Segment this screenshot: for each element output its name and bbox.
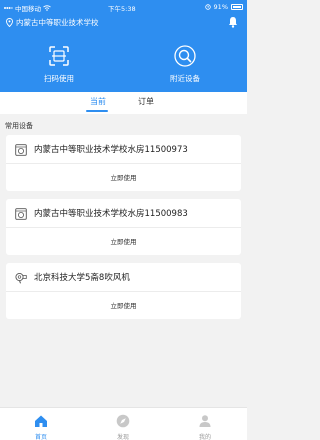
- tab-bar: 当前 订单: [0, 92, 247, 114]
- location-label: 内蒙古中等职业技术学校: [16, 18, 99, 27]
- battery-percent: 91%: [213, 3, 228, 11]
- section-title: 常用设备: [5, 122, 33, 130]
- washer-icon: [15, 144, 27, 156]
- scan-icon: [49, 46, 69, 66]
- device-card[interactable]: 内蒙古中等职业技术学校水房11500983 立即使用: [6, 199, 241, 255]
- bell-icon[interactable]: [228, 16, 238, 28]
- compass-icon: [116, 414, 130, 428]
- location-selector[interactable]: 内蒙古中等职业技术学校: [6, 17, 99, 28]
- signal-icon: [4, 7, 13, 9]
- nav-home[interactable]: 首页: [21, 414, 61, 440]
- device-name: 内蒙古中等职业技术学校水房11500983: [34, 209, 188, 219]
- nearby-label: 附近设备: [170, 74, 200, 83]
- divider: [6, 227, 241, 228]
- status-bar: 中国移动 下午5:38 91%: [0, 0, 247, 14]
- nearby-devices-button[interactable]: 附近设备: [155, 45, 215, 84]
- carrier-label: 中国移动: [15, 5, 41, 13]
- scan-button[interactable]: 扫码使用: [29, 45, 89, 84]
- scan-label: 扫码使用: [44, 74, 74, 83]
- hairdryer-icon: [15, 272, 27, 284]
- location-pin-icon: [6, 18, 13, 27]
- clock: 下午5:38: [108, 5, 136, 13]
- nav-discover-label: 发现: [116, 434, 129, 440]
- nav-home-label: 首页: [34, 434, 47, 440]
- washer-icon: [15, 208, 27, 220]
- device-card[interactable]: 内蒙古中等职业技术学校水房11500973 立即使用: [6, 135, 241, 191]
- alarm-icon: [204, 4, 211, 10]
- tab-orders[interactable]: 订单: [138, 96, 154, 107]
- active-tab-indicator: [86, 110, 108, 112]
- device-name: 北京科技大学5斋8吹风机: [34, 273, 130, 283]
- device-name: 内蒙古中等职业技术学校水房11500973: [34, 145, 188, 155]
- header: 中国移动 下午5:38 91% 内蒙古中等职业技术学校 扫码使用 附近设备: [0, 0, 247, 92]
- divider: [6, 163, 241, 164]
- nav-mine-label: 我的: [198, 434, 211, 440]
- use-now-button[interactable]: 立即使用: [6, 172, 241, 182]
- bottom-nav: 首页 发现 我的: [0, 407, 247, 440]
- user-icon: [199, 415, 211, 427]
- search-icon: [174, 45, 196, 67]
- divider: [6, 291, 241, 292]
- tab-current[interactable]: 当前: [90, 96, 106, 107]
- device-card[interactable]: 北京科技大学5斋8吹风机 立即使用: [6, 263, 241, 319]
- battery-icon: [231, 4, 243, 10]
- use-now-button[interactable]: 立即使用: [6, 300, 241, 310]
- nav-discover[interactable]: 发现: [103, 414, 143, 440]
- home-icon: [35, 415, 47, 427]
- wifi-icon: [43, 5, 51, 11]
- use-now-button[interactable]: 立即使用: [6, 236, 241, 246]
- nav-mine[interactable]: 我的: [185, 414, 225, 440]
